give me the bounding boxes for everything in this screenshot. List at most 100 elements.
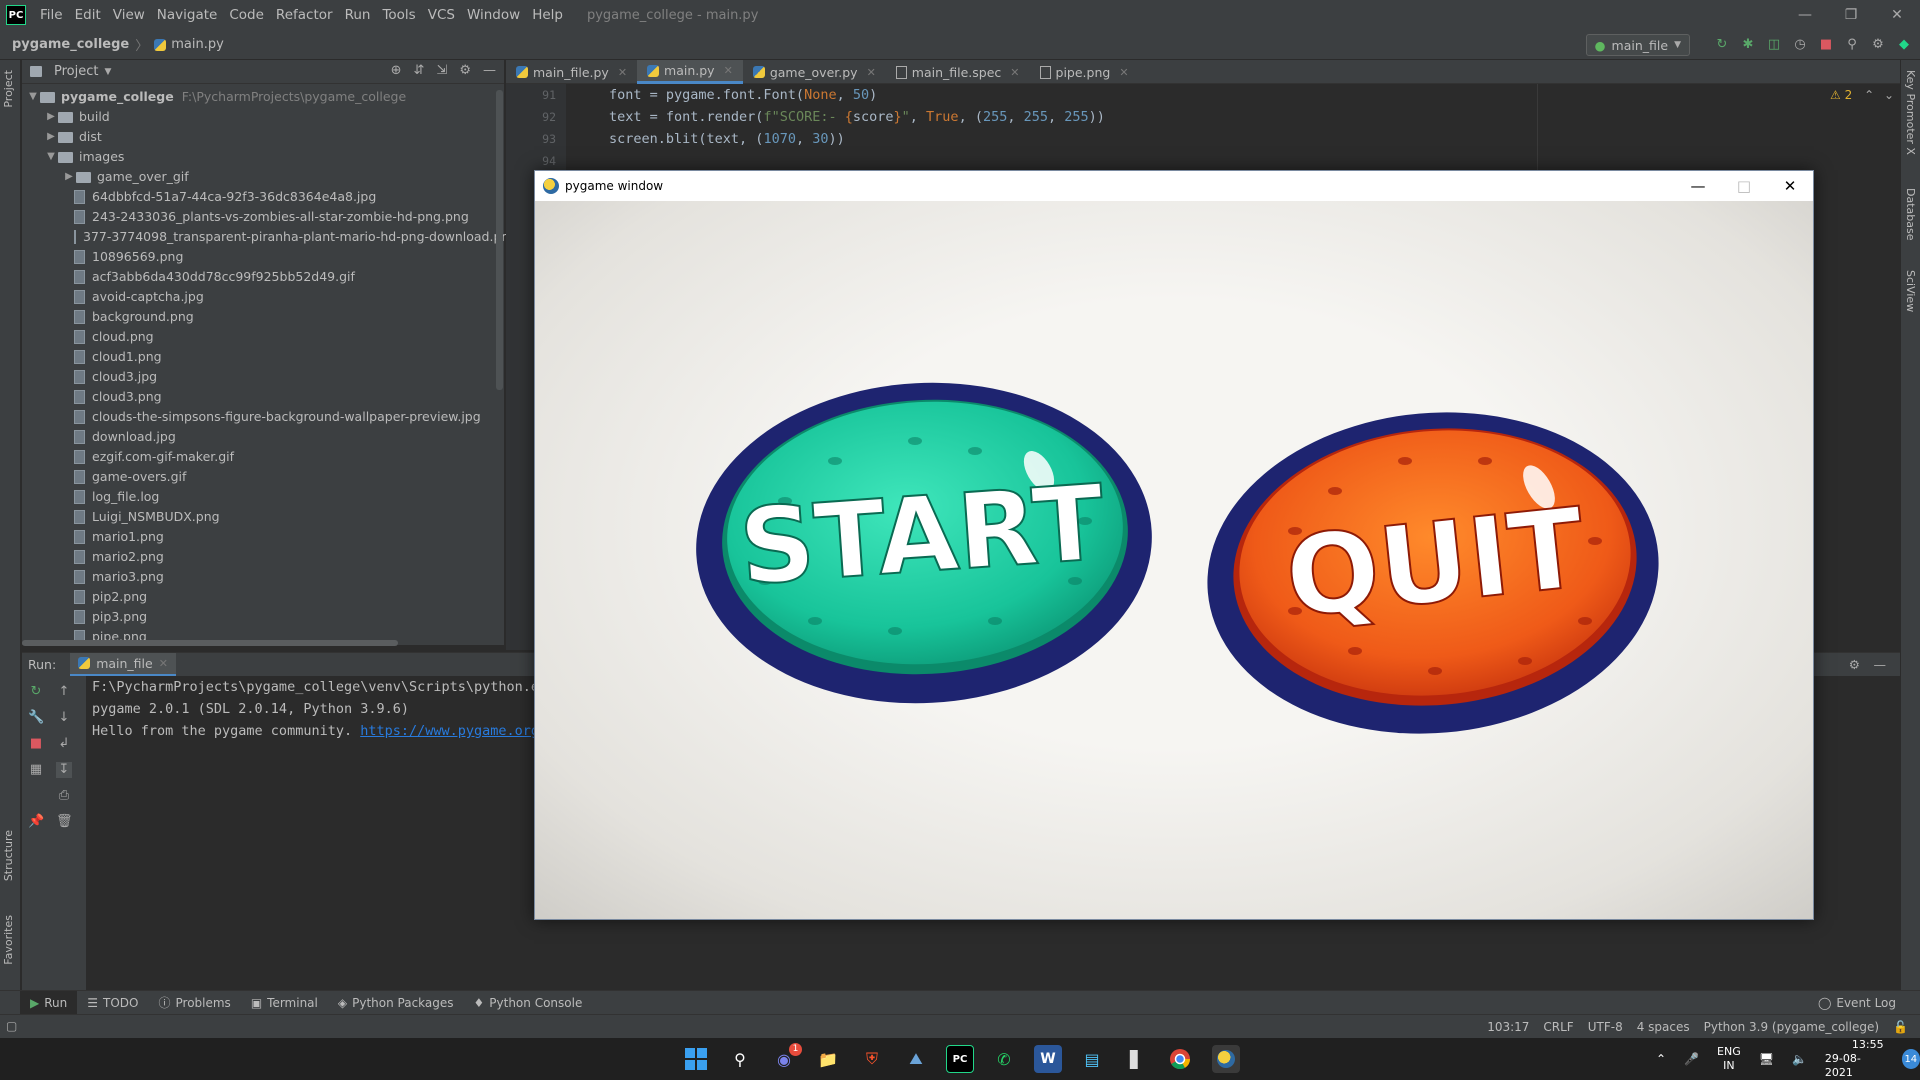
menu-navigate[interactable]: Navigate <box>151 7 224 23</box>
tree-file[interactable]: cloud.png <box>22 327 504 347</box>
caret-position[interactable]: 103:17 <box>1487 1020 1529 1034</box>
key-promoter-tab[interactable]: Key Promoter X <box>1904 70 1917 155</box>
pygame-canvas[interactable]: START QUIT <box>535 201 1813 919</box>
search-icon[interactable]: ⚲ <box>726 1045 754 1073</box>
menu-help[interactable]: Help <box>526 7 569 23</box>
hide-panel-icon[interactable]: — <box>1874 657 1887 672</box>
bottom-tab-run[interactable]: ▶ Run <box>20 990 78 1015</box>
pygame-link[interactable]: https://www.pygame.org <box>360 723 539 739</box>
menu-run[interactable]: Run <box>339 7 377 23</box>
tree-file[interactable]: download.jpg <box>22 427 504 447</box>
chevron-right-icon[interactable]: ▶ <box>44 107 58 127</box>
tree-file[interactable]: background.png <box>22 307 504 327</box>
tree-file[interactable]: log_file.log <box>22 487 504 507</box>
menu-vcs[interactable]: VCS <box>422 7 461 23</box>
event-log-tab[interactable]: ◯ Event Log <box>1818 991 1896 1015</box>
gear-icon[interactable]: ⚙ <box>459 63 471 78</box>
tree-file[interactable]: cloud3.png <box>22 387 504 407</box>
chevron-up-icon[interactable]: ⌃ <box>1656 1052 1666 1066</box>
microphone-icon[interactable]: 🎤 <box>1684 1052 1699 1066</box>
bottom-tab-problems[interactable]: ⓘ Problems <box>148 991 240 1015</box>
teams-chat-icon[interactable]: ◉ 1 <box>770 1043 802 1073</box>
quit-button[interactable]: QUIT <box>1194 394 1672 752</box>
tab-main-file-py[interactable]: main_file.py ✕ <box>506 60 637 84</box>
tree-folder-game-over-gif[interactable]: ▶ game_over_gif <box>22 167 504 187</box>
pycharm-taskbar-icon[interactable]: PC <box>946 1045 974 1073</box>
project-panel-title[interactable]: Project <box>54 64 98 79</box>
profile-icon[interactable]: ◷ <box>1792 34 1808 56</box>
collapse-all-icon[interactable]: ⇲ <box>436 63 447 78</box>
clock[interactable]: 13:55 29-08-2021 <box>1825 1038 1884 1080</box>
network-icon[interactable]: 🖥 <box>1759 1052 1774 1066</box>
bottom-tab-python-console[interactable]: ♦ Python Console <box>464 991 593 1015</box>
notification-center-badge[interactable]: 14 <box>1901 1049 1920 1069</box>
wrench-icon[interactable]: 🔧 <box>28 710 44 726</box>
search-icon[interactable]: ⚲ <box>1844 34 1860 56</box>
inspection-widget[interactable]: ⚠ 2 ⌃ ⌄ <box>1830 88 1894 102</box>
close-tab-icon[interactable]: ✕ <box>618 66 627 79</box>
tree-folder-images[interactable]: ▼ images <box>22 147 504 167</box>
close-tab-icon[interactable]: ✕ <box>159 657 168 670</box>
restore-icon[interactable]: ❐ <box>1828 0 1874 30</box>
tab-main-file-spec[interactable]: main_file.spec ✕ <box>886 60 1030 84</box>
notes-app-icon[interactable]: ▤ <box>1078 1045 1106 1073</box>
menu-window[interactable]: Window <box>461 7 526 23</box>
tree-file[interactable]: 377-3774098_transparent-piranha-plant-ma… <box>22 227 517 247</box>
tab-game-over-py[interactable]: game_over.py ✕ <box>743 60 886 84</box>
tree-file[interactable]: clouds-the-simpsons-figure-background-wa… <box>22 407 504 427</box>
file-explorer-icon[interactable]: 📁 <box>814 1045 842 1073</box>
close-icon[interactable]: ✕ <box>1874 0 1920 30</box>
menu-code[interactable]: Code <box>223 7 270 23</box>
whatsapp-icon[interactable]: ✆ <box>990 1045 1018 1073</box>
close-tab-icon[interactable]: ✕ <box>867 66 876 79</box>
windows-start-icon[interactable] <box>682 1045 710 1073</box>
chrome-icon[interactable] <box>1166 1045 1194 1073</box>
close-tab-icon[interactable]: ✕ <box>1010 66 1019 79</box>
pygame-window-titlebar[interactable]: pygame window — □ ✕ <box>535 171 1813 201</box>
rerun-icon[interactable]: ↻ <box>1714 34 1730 56</box>
stop-icon[interactable]: ■ <box>28 736 44 752</box>
run-tab-main-file[interactable]: main_file ✕ <box>70 652 176 677</box>
bottom-tab-todo[interactable]: ☰ TODO <box>77 991 148 1015</box>
volume-icon[interactable]: 🔈 <box>1792 1052 1807 1066</box>
file-encoding[interactable]: UTF-8 <box>1588 1020 1623 1034</box>
project-horizontal-scrollbar[interactable] <box>22 640 398 646</box>
tab-pipe-png[interactable]: pipe.png ✕ <box>1030 60 1139 84</box>
bottom-tab-terminal[interactable]: ▣ Terminal <box>241 991 328 1015</box>
locate-icon[interactable]: ⊕ <box>391 63 402 78</box>
sciview-tab[interactable]: SciView <box>1904 270 1917 312</box>
menu-tools[interactable]: Tools <box>376 7 421 23</box>
trash-icon[interactable]: 🗑 <box>56 814 73 830</box>
stop-icon[interactable]: ■ <box>1818 34 1834 56</box>
tab-main-py[interactable]: main.py ✕ <box>637 60 743 84</box>
chevron-down-icon[interactable]: ▼ <box>26 87 40 107</box>
maximize-icon[interactable]: □ <box>1721 171 1767 201</box>
tree-file[interactable]: mario2.png <box>22 547 504 567</box>
chevron-right-icon[interactable]: ▶ <box>62 167 76 187</box>
tree-file[interactable]: 10896569.png <box>22 247 504 267</box>
brave-browser-icon[interactable]: ⛨ <box>858 1045 886 1073</box>
tree-file[interactable]: acf3abb6da430dd78cc99f925bb52d49.gif <box>22 267 504 287</box>
tree-file[interactable]: ezgif.com-gif-maker.gif <box>22 447 504 467</box>
rerun-icon[interactable]: ↻ <box>28 684 44 700</box>
close-tab-icon[interactable]: ✕ <box>1119 66 1128 79</box>
tree-file[interactable]: mario1.png <box>22 527 504 547</box>
soft-wrap-icon[interactable]: ↲ <box>56 736 72 752</box>
gear-icon[interactable]: ⚙ <box>1849 657 1860 672</box>
tree-file[interactable]: Luigi_NSMBUDX.png <box>22 507 504 527</box>
breadcrumb-file[interactable]: main.py <box>171 37 224 52</box>
bottom-tab-python-packages[interactable]: ◈ Python Packages <box>328 991 464 1015</box>
project-tool-tab[interactable]: Project <box>2 70 15 108</box>
project-vertical-scrollbar[interactable] <box>496 90 503 390</box>
tree-root[interactable]: ▼ pygame_college F:\PycharmProjects\pyga… <box>22 87 504 107</box>
pygame-taskbar-icon[interactable] <box>1212 1045 1240 1073</box>
chevron-right-icon[interactable]: ▶ <box>44 127 58 147</box>
python-interpreter[interactable]: Python 3.9 (pygame_college) <box>1704 1020 1879 1034</box>
chevron-down-icon[interactable]: ⌄ <box>1884 88 1894 102</box>
menu-refactor[interactable]: Refactor <box>270 7 339 23</box>
scroll-to-end-icon[interactable]: ↧ <box>56 762 72 778</box>
photos-icon[interactable]: ⛰ <box>902 1045 930 1073</box>
chevron-down-icon[interactable]: ▼ <box>104 67 111 77</box>
word-icon[interactable]: W <box>1034 1045 1062 1073</box>
layout-icon[interactable]: ▦ <box>28 762 44 778</box>
